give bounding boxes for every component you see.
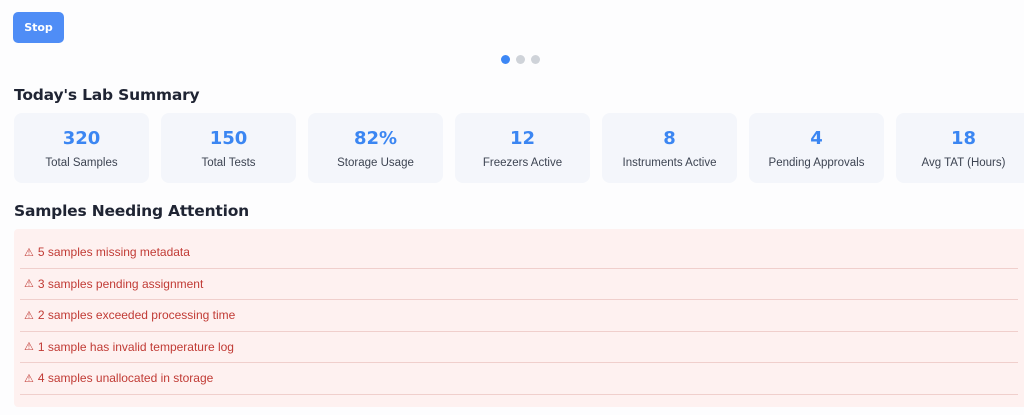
summary-card-total-tests: 150 Total Tests xyxy=(161,113,296,183)
summary-card-storage-usage: 82% Storage Usage xyxy=(308,113,443,183)
warning-icon: ⚠ xyxy=(24,308,34,322)
lab-summary-title: Today's Lab Summary xyxy=(14,86,200,104)
card-label: Instruments Active xyxy=(622,157,717,169)
attention-item: ⚠ 4 samples unallocated in storage xyxy=(20,363,1018,395)
summary-card-avg-tat: 18 Avg TAT (Hours) xyxy=(896,113,1024,183)
card-label: Storage Usage xyxy=(337,157,414,169)
carousel-dot-1[interactable] xyxy=(501,55,510,64)
card-value: 8 xyxy=(663,128,676,149)
summary-card-instruments-active: 8 Instruments Active xyxy=(602,113,737,183)
attention-item: ⚠ 2 samples exceeded processing time xyxy=(20,300,1018,332)
card-label: Total Tests xyxy=(201,157,256,169)
attention-title: Samples Needing Attention xyxy=(14,202,250,220)
summary-card-pending-approvals: 4 Pending Approvals xyxy=(749,113,884,183)
warning-icon: ⚠ xyxy=(24,371,34,385)
attention-item-text: 4 samples unallocated in storage xyxy=(37,371,214,386)
summary-cards: 320 Total Samples 150 Total Tests 82% St… xyxy=(14,113,1024,183)
warning-icon: ⚠ xyxy=(24,245,34,259)
attention-item: ⚠ 1 sample has invalid temperature log xyxy=(20,332,1018,363)
attention-list: ⚠ 5 samples missing metadata ⚠ 3 samples… xyxy=(14,229,1024,407)
card-value: 320 xyxy=(62,128,101,149)
attention-item-text: 5 samples missing metadata xyxy=(37,245,190,260)
warning-icon: ⚠ xyxy=(24,340,34,354)
stop-button[interactable]: Stop xyxy=(13,12,64,43)
attention-item-text: 1 sample has invalid temperature log xyxy=(37,339,234,354)
card-label: Pending Approvals xyxy=(768,157,865,169)
card-value: 4 xyxy=(810,128,823,149)
attention-item: ⚠ 5 samples missing metadata xyxy=(20,237,1018,269)
summary-card-total-samples: 320 Total Samples xyxy=(14,113,149,183)
carousel-dot-3[interactable] xyxy=(531,55,540,64)
carousel-dot-2[interactable] xyxy=(516,55,525,64)
attention-item-text: 2 samples exceeded processing time xyxy=(37,308,236,323)
warning-icon: ⚠ xyxy=(24,277,34,291)
card-label: Total Samples xyxy=(45,157,118,169)
card-label: Avg TAT (Hours) xyxy=(921,157,1006,169)
carousel-indicator xyxy=(501,55,540,64)
attention-item-text: 3 samples pending assignment xyxy=(37,276,204,291)
card-value: 150 xyxy=(209,128,248,149)
card-value: 18 xyxy=(950,128,977,149)
card-value: 12 xyxy=(509,128,536,149)
card-value: 82% xyxy=(353,128,398,149)
summary-card-freezers-active: 12 Freezers Active xyxy=(455,113,590,183)
attention-item: ⚠ 3 samples pending assignment xyxy=(20,269,1018,300)
card-label: Freezers Active xyxy=(482,157,563,169)
